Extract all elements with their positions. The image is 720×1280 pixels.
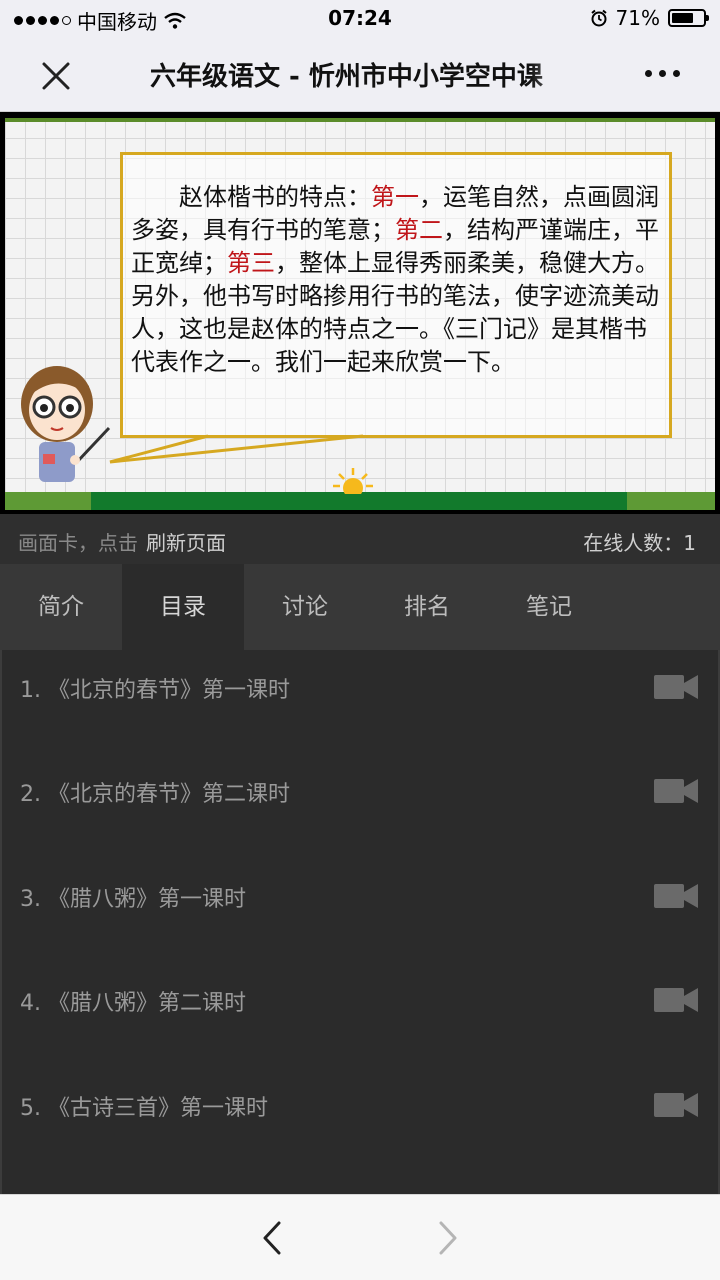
lesson-title: 1. 《北京的春节》第一课时 [20,678,290,703]
tab-intro[interactable]: 简介 [0,564,122,650]
list-item[interactable]: 2. 《北京的春节》第二课时 [2,754,718,858]
teacher-cartoon-icon [21,366,111,482]
list-item[interactable]: 5. 《古诗三首》第一课时 [2,1068,718,1172]
tab-catalog[interactable]: 目录 [122,564,244,650]
lesson-title: 3. 《腊八粥》第一课时 [20,886,246,912]
lag-hint: 画面卡，点击 [18,531,138,555]
list-item[interactable]: 1. 《北京的春节》第一课时 [2,650,718,754]
list-item[interactable]: 4. 《腊八粥》第二课时 [2,963,718,1067]
lesson-title: 2. 《北京的春节》第二课时 [20,782,290,808]
ground-strip [5,492,715,510]
tab-notes[interactable]: 笔记 [488,564,610,650]
tab-discussion[interactable]: 讨论 [244,564,366,650]
status-right: 71% [590,6,709,30]
lesson-list: 1. 《北京的春节》第一课时 2. 《北京的春节》第二课时 3. 《腊八粥》第一… [0,650,720,1194]
video-camera-icon [654,883,698,908]
close-icon[interactable] [38,58,74,94]
online-count: 在线人数：1 [583,531,696,555]
status-bar: 中国移动 07:24 71% [0,0,720,36]
battery-icon [668,9,709,27]
tab-bar: 简介 目录 讨论 排名 笔记 [0,564,720,650]
video-player[interactable]: 赵体楷书的特点：第一，运笔自然，点画圆润多姿，具有行书的笔意；第二，结构严谨端庄… [0,112,720,514]
emphasis-first: 第一 [371,183,419,211]
speech-bubble-tail [109,434,364,464]
sun-icon [333,468,373,494]
info-bar: 画面卡，点击 刷新页面 在线人数：1 [0,514,720,564]
emphasis-third: 第三 [227,249,275,277]
page-title: 六年级语文 - 忻州市中小学空中课 [150,62,543,92]
video-camera-icon [654,675,698,699]
list-item[interactable]: 3. 《腊八粥》第一课时 [2,859,718,963]
tab-ranking[interactable]: 排名 [366,564,488,650]
video-camera-icon [654,779,698,804]
lesson-slide: 赵体楷书的特点：第一，运笔自然，点画圆润多姿，具有行书的笔意；第二，结构严谨端庄… [5,118,715,510]
video-camera-icon [654,1092,698,1117]
bottom-toolbar [0,1194,720,1280]
lesson-title: 4. 《腊八粥》第二课时 [20,991,246,1017]
battery-percent: 71% [615,6,660,30]
back-arrow-icon[interactable] [262,1221,282,1255]
alarm-icon [590,9,607,27]
nav-bar: 六年级语文 - 忻州市中小学空中课 [0,36,720,112]
lesson-title: 5. 《古诗三首》第一课时 [20,1095,268,1121]
refresh-link[interactable]: 刷新页面 [146,531,226,555]
more-options-icon[interactable] [645,70,680,77]
slide-text-box: 赵体楷书的特点：第一，运笔自然，点画圆润多姿，具有行书的笔意；第二，结构严谨端庄… [120,152,672,438]
video-camera-icon [654,988,698,1013]
emphasis-second: 第二 [395,216,443,244]
forward-arrow-icon[interactable] [438,1221,458,1255]
